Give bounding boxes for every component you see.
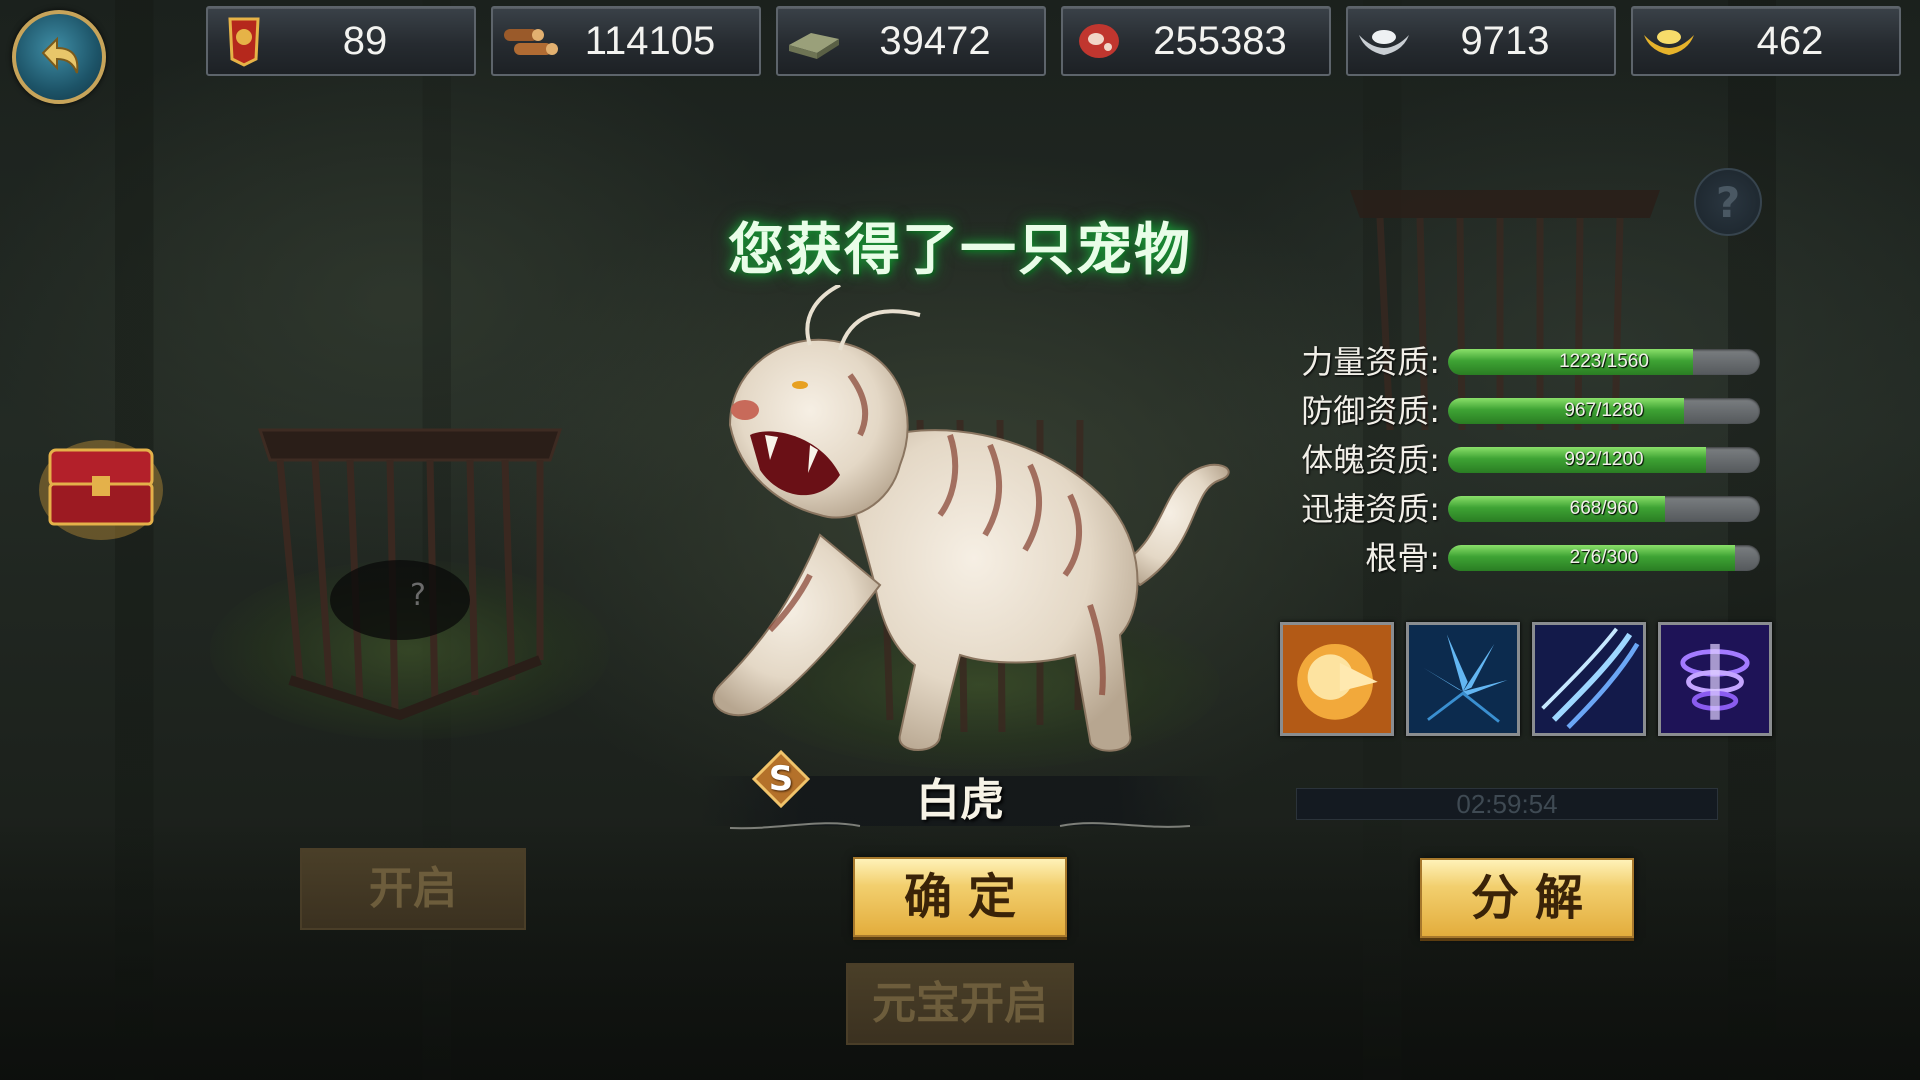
resource-stone: 39472: [776, 6, 1046, 76]
decompose-button[interactable]: 分解: [1420, 858, 1634, 938]
stat-label-physique: 体魄资质:: [1301, 441, 1440, 479]
stat-value: 668/960: [1569, 498, 1639, 519]
resource-value: 462: [1756, 18, 1824, 63]
claw-slash-skill-icon[interactable]: [1532, 622, 1646, 736]
stat-value: 992/1200: [1564, 449, 1644, 470]
help-icon[interactable]: ?: [1694, 168, 1762, 236]
purple-vortex-skill-icon[interactable]: [1658, 622, 1772, 736]
gold-ingot-icon: [1639, 11, 1699, 71]
confirm-button[interactable]: 确定: [853, 857, 1067, 937]
back-button[interactable]: [12, 10, 106, 104]
golden-tiger-skill-icon[interactable]: [1280, 622, 1394, 736]
countdown-timer: 02:59:54: [1296, 788, 1718, 820]
stat-value: 967/1280: [1564, 400, 1644, 421]
resource-value: 255383: [1153, 18, 1287, 63]
stat-value: 1223/1560: [1559, 351, 1649, 372]
white-tiger-pet: [712, 285, 1230, 752]
stat-bar-agility: 668/960: [1448, 496, 1760, 522]
meat-icon: [1069, 11, 1129, 71]
resource-value: 39472: [879, 18, 991, 63]
resource-wood: 114105: [491, 6, 761, 76]
stone-icon: [784, 11, 844, 71]
back-arrow-icon: [41, 36, 79, 74]
rank-badge-label: S: [768, 759, 794, 799]
stat-label-defense: 防御资质:: [1301, 392, 1440, 430]
stat-bar-bone: 276/300: [1448, 545, 1760, 571]
mystery-mark: ?: [410, 578, 426, 613]
resource-gold: 462: [1631, 6, 1901, 76]
stat-bar-defense: 967/1280: [1448, 398, 1760, 424]
stat-bar-strength: 1223/1560: [1448, 349, 1760, 375]
silver-icon: [1354, 11, 1414, 71]
resource-token: 89: [206, 6, 476, 76]
resource-value: 9713: [1460, 18, 1550, 63]
token-icon: [214, 11, 274, 71]
reward-title: 您获得了一只宠物: [728, 218, 1192, 283]
resource-bar: 89 114105 39472 255383 9713 462: [206, 6, 1901, 76]
wood-icon: [499, 11, 559, 71]
resource-silver: 9713: [1346, 6, 1616, 76]
pet-name: 白虎: [916, 775, 1004, 826]
resource-value: 89: [342, 18, 388, 63]
stat-value: 276/300: [1569, 547, 1639, 568]
treasure-chest-icon[interactable]: [36, 430, 166, 540]
resource-meat: 255383: [1061, 6, 1331, 76]
stat-bar-physique: 992/1200: [1448, 447, 1760, 473]
yuanbao-open-button[interactable]: 元宝开启: [846, 963, 1074, 1045]
open-button[interactable]: 开启: [300, 848, 526, 930]
resource-value: 114105: [584, 18, 716, 63]
stat-label-agility: 迅捷资质:: [1301, 490, 1440, 528]
left-cage[interactable]: ?: [250, 410, 570, 730]
stat-label-strength: 力量资质:: [1301, 343, 1440, 381]
ice-shatter-skill-icon[interactable]: [1406, 622, 1520, 736]
stat-label-bone: 根骨:: [1365, 539, 1440, 577]
